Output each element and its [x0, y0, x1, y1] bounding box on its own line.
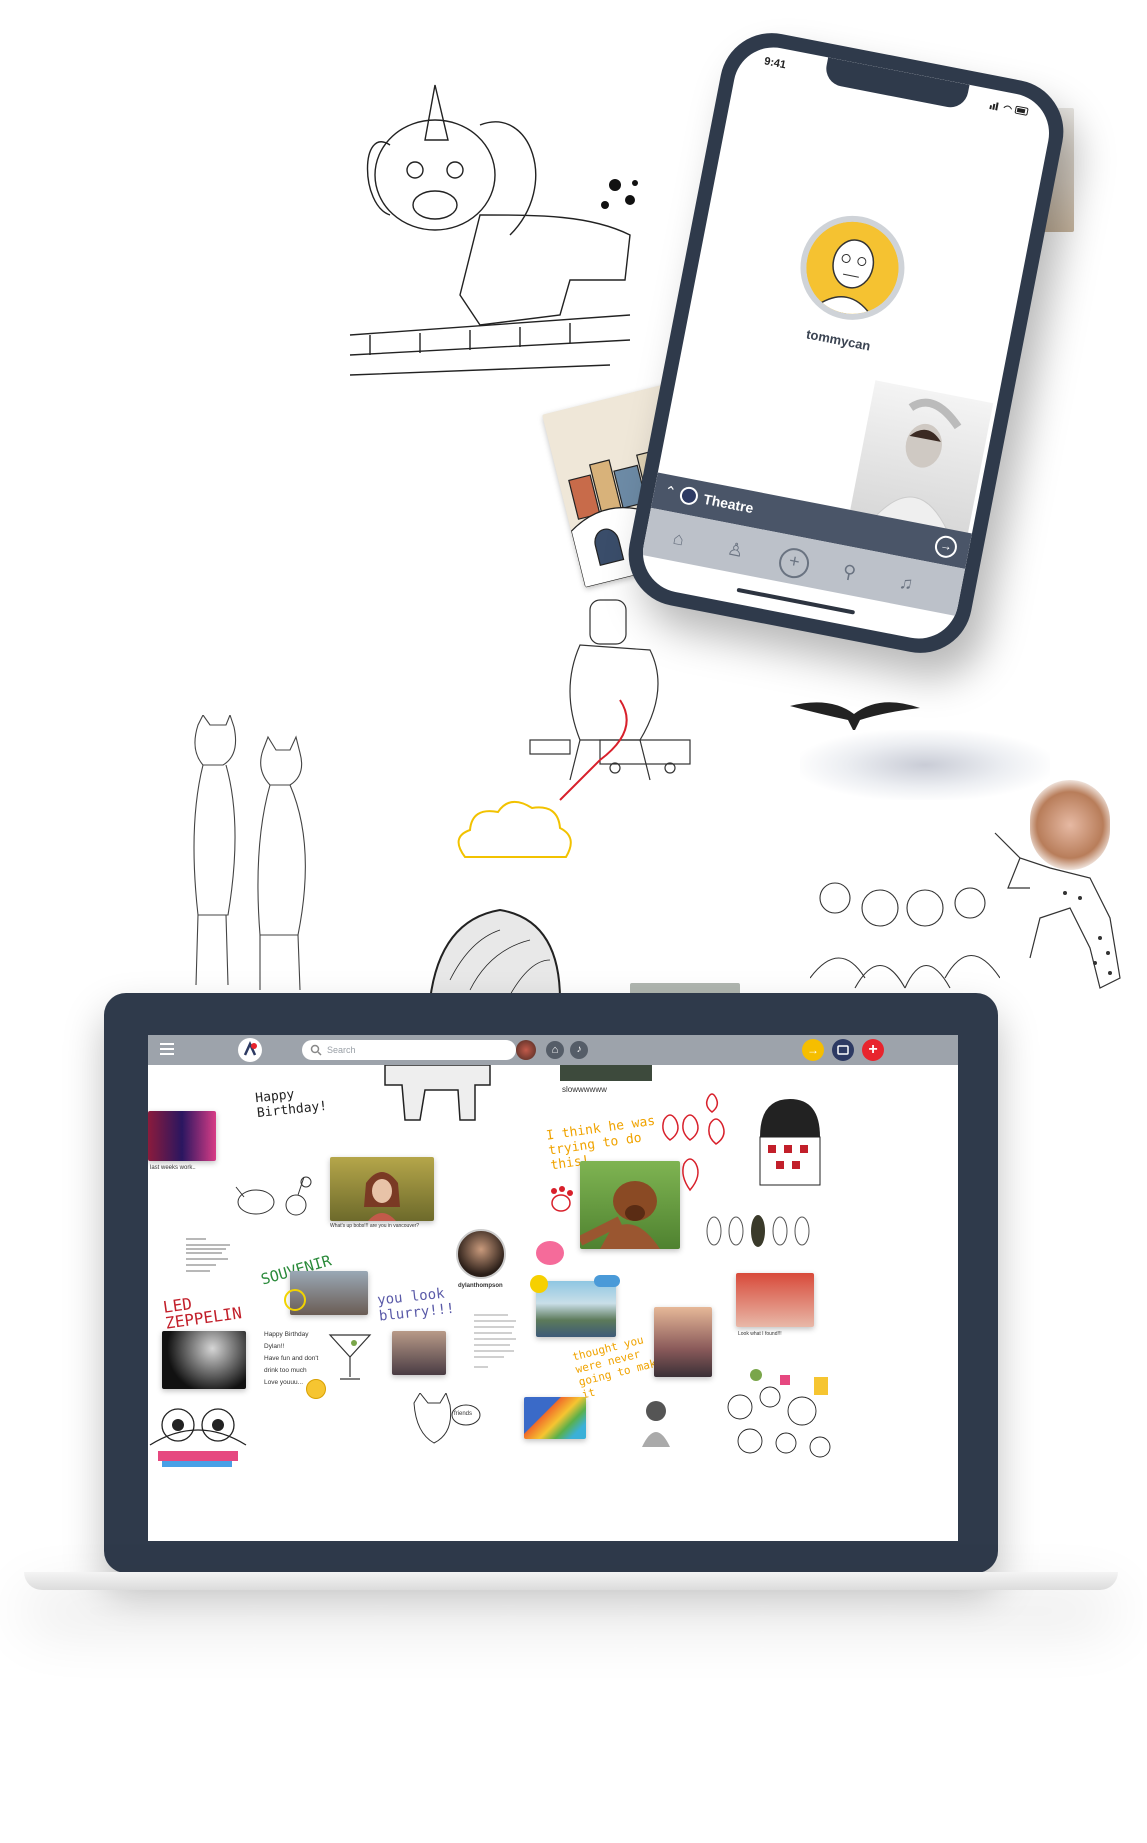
theatre-icon[interactable] — [832, 1039, 854, 1061]
happy-birthday-note: Happy Birthday! — [254, 1087, 328, 1122]
search-bar[interactable]: Search — [302, 1040, 516, 1060]
dylan-avatar[interactable] — [456, 1229, 506, 1279]
checkered-face-sketch — [754, 1097, 826, 1187]
sun-sticker — [530, 1275, 548, 1293]
top-toolbar: Search ⌂ ♪ → + — [148, 1035, 958, 1065]
eyes-sketch — [148, 1385, 248, 1485]
yellow-circle — [284, 1289, 306, 1311]
user-avatar[interactable] — [516, 1040, 536, 1060]
martini-sketch — [328, 1331, 372, 1383]
figures-row-sketch — [704, 1211, 814, 1251]
laptop-base — [24, 1572, 1118, 1590]
led-zeppelin-note: LED ZEPPELIN — [161, 1294, 244, 1333]
hearts-sketch — [656, 1090, 736, 1210]
caption-lastweek: last weeks work.. — [150, 1165, 196, 1171]
home-icon[interactable]: ⌂ — [546, 1041, 564, 1059]
girl-sketch — [638, 1399, 674, 1447]
emoji-wink — [306, 1379, 326, 1399]
search-icon — [310, 1044, 322, 1056]
laptop-device: Search ⌂ ♪ → + slowwwwww Happy Birthday!… — [104, 993, 998, 1573]
hamburger-icon[interactable] — [160, 1043, 174, 1055]
caption-dylan: dylanthompson — [458, 1283, 503, 1289]
app-logo-icon[interactable] — [238, 1038, 262, 1062]
bell-icon[interactable]: ♫ — [891, 568, 921, 598]
dog-paw-sketch — [546, 1185, 576, 1215]
theatre-label: Theatre — [702, 490, 755, 517]
cloud-sticker — [594, 1275, 620, 1287]
caption-whatsup: What's up bobs!!! are you in vancouver? — [330, 1223, 420, 1229]
avatar-face — [798, 213, 907, 322]
letter-note — [186, 1235, 234, 1283]
caption-lookfound: Look what I found!!! — [738, 1331, 782, 1337]
crying-kid-sketch: friends — [404, 1393, 484, 1459]
phone-woman-photo — [849, 380, 994, 536]
grandma-photo — [736, 1273, 814, 1327]
friends-bubble: friends — [454, 1411, 473, 1417]
hairy-creature-sketch — [420, 900, 570, 1000]
group-faces-sketch — [810, 868, 1000, 993]
arrow-right-icon[interactable]: → — [933, 533, 959, 560]
add-icon[interactable]: + — [776, 545, 812, 581]
unicorn-sketch — [330, 65, 700, 395]
arrow-right-icon[interactable]: → — [802, 1039, 824, 1061]
couple-photo — [392, 1331, 446, 1375]
sticker-collage — [720, 1367, 838, 1467]
fox-sketch — [990, 828, 1130, 998]
bear-sketch — [380, 1065, 495, 1125]
profile-avatar[interactable] — [791, 206, 914, 329]
person-icon[interactable]: ♙ — [720, 534, 750, 564]
cats-sketch — [168, 715, 338, 995]
search-placeholder: Search — [327, 1045, 356, 1055]
laptop-screen: Search ⌂ ♪ → + slowwwwww Happy Birthday!… — [148, 1035, 958, 1541]
search-icon[interactable]: ⚲ — [834, 557, 864, 587]
neon-hallway-photo — [148, 1111, 216, 1161]
caption-slow: slowwwwww — [562, 1085, 607, 1094]
bell-icon[interactable]: ♪ — [570, 1041, 588, 1059]
home-icon[interactable]: ⌂ — [663, 523, 693, 553]
girl-field-photo — [330, 1157, 434, 1221]
pink-creature — [536, 1241, 564, 1265]
youlook-note: you look blurry!!! — [376, 1285, 456, 1325]
phone-notch — [823, 57, 970, 111]
sunset-street-photo — [654, 1307, 712, 1377]
add-icon[interactable]: + — [862, 1039, 884, 1061]
rabbit-sketch — [226, 1167, 326, 1227]
chevron-up-icon[interactable]: ⌃ — [663, 482, 678, 501]
theatre-icon — [678, 485, 700, 507]
sky-lake-photo — [536, 1281, 616, 1337]
bird-sketch — [790, 686, 920, 736]
mist-image — [800, 730, 1050, 800]
photo-slow — [560, 1065, 652, 1081]
colorful-stairs-photo — [524, 1397, 586, 1439]
astronaut-sketch — [520, 590, 700, 810]
status-time: 9:41 — [763, 55, 788, 72]
status-icons — [989, 99, 1030, 116]
handwritten-letter — [474, 1311, 518, 1377]
concert-photo — [162, 1331, 246, 1389]
cloud-sketch — [450, 792, 580, 872]
profile-username: tommycan — [805, 326, 872, 354]
